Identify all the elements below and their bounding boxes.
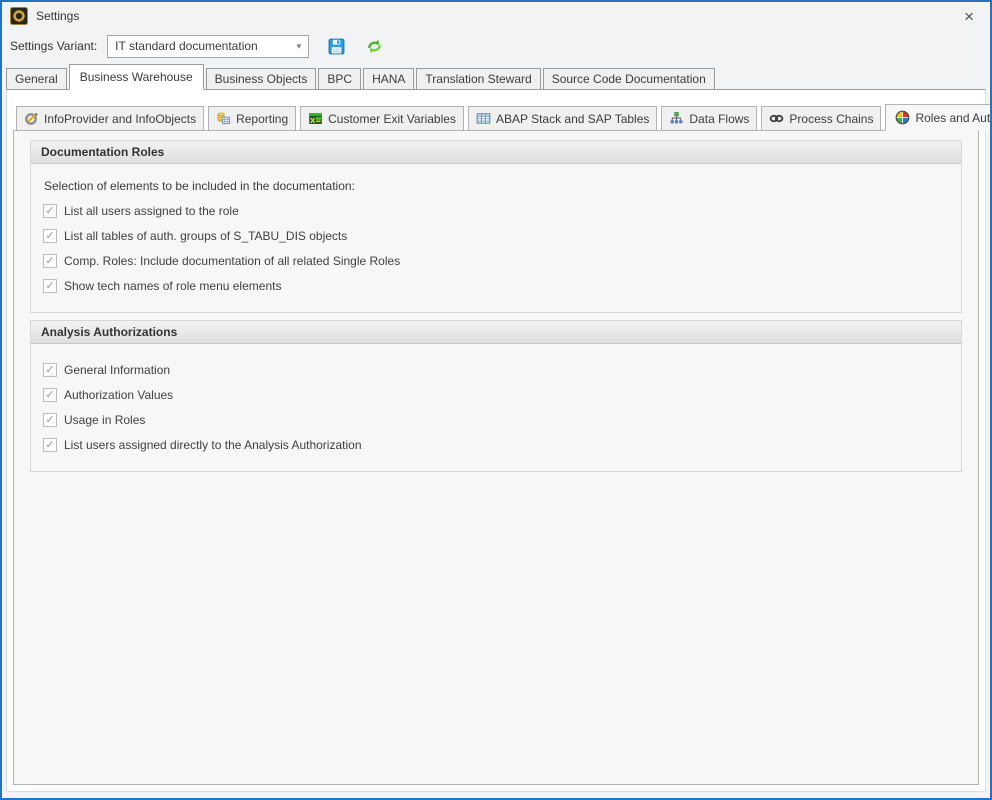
tab-label: Source Code Documentation bbox=[552, 72, 706, 86]
settings-variant-label: Settings Variant: bbox=[10, 39, 97, 53]
checkbox-list-users-assigned-directly-to-the-analysis-authorization[interactable]: ✓ bbox=[43, 438, 57, 452]
checkbox-row: ✓ Show tech names of role menu elements bbox=[43, 279, 949, 293]
variant-bar: Settings Variant: IT standard documentat… bbox=[2, 30, 990, 64]
title-bar: Settings × bbox=[2, 2, 990, 30]
settings-variant-value: IT standard documentation bbox=[115, 39, 290, 53]
main-tab-bar: General Business Warehouse Business Object… bbox=[2, 64, 990, 89]
close-icon[interactable]: × bbox=[960, 6, 978, 27]
section-body: ✓ General Information ✓ Authorization Value… bbox=[31, 344, 961, 471]
checkbox-label: List all tables of auth. groups of S_TAB… bbox=[64, 229, 347, 243]
section-documentation-roles: Documentation Roles Selection of elements… bbox=[30, 140, 962, 313]
tab-label: General bbox=[15, 72, 58, 86]
checkbox-label: Usage in Roles bbox=[64, 413, 145, 427]
target-pencil-icon bbox=[24, 111, 39, 126]
checkmark-icon: ✓ bbox=[45, 414, 54, 426]
settings-window: Settings × Settings Variant: IT standard… bbox=[0, 0, 992, 800]
subtab-label: Customer Exit Variables bbox=[328, 112, 456, 126]
sub-tab-bar: InfoProvider and InfoObjects Reporting X… bbox=[16, 104, 985, 130]
color-pie-icon bbox=[895, 110, 910, 125]
sections-container: Documentation Roles Selection of elements… bbox=[14, 140, 978, 472]
checkbox-row: ✓ List all users assigned to the role bbox=[43, 204, 949, 218]
tab-source-code-documentation[interactable]: Source Code Documentation bbox=[543, 68, 715, 90]
checkbox-label: General Information bbox=[64, 363, 170, 377]
checkbox-label: Authorization Values bbox=[64, 388, 173, 402]
checkbox-row: ✓ General Information bbox=[43, 363, 949, 377]
save-icon[interactable] bbox=[325, 35, 347, 57]
checkbox-row: ✓ Comp. Roles: Include documentation of a… bbox=[43, 254, 949, 268]
variables-table-icon: X= bbox=[308, 111, 323, 126]
tab-label: Business Objects bbox=[215, 72, 308, 86]
checkbox-show-tech-names-of-role-menu-elements[interactable]: ✓ bbox=[43, 279, 57, 293]
subtab-label: Roles and Authorizations bbox=[915, 111, 992, 125]
svg-text:X=: X= bbox=[310, 117, 321, 125]
subtab-reporting[interactable]: Reporting bbox=[208, 106, 296, 131]
checkmark-icon: ✓ bbox=[45, 205, 54, 217]
subtab-abap-stack-and-sap-tables[interactable]: ABAP Stack and SAP Tables bbox=[468, 106, 657, 131]
section-title: Analysis Authorizations bbox=[31, 321, 961, 344]
checkbox-general-information[interactable]: ✓ bbox=[43, 363, 57, 377]
checkbox-row: ✓ Usage in Roles bbox=[43, 413, 949, 427]
hierarchy-icon bbox=[669, 111, 684, 126]
checkmark-icon: ✓ bbox=[45, 389, 54, 401]
checkmark-icon: ✓ bbox=[45, 364, 54, 376]
refresh-icon[interactable] bbox=[363, 35, 385, 57]
checkbox-label: Comp. Roles: Include documentation of al… bbox=[64, 254, 400, 268]
business-warehouse-panel: InfoProvider and InfoObjects Reporting X… bbox=[6, 89, 986, 792]
app-icon bbox=[10, 7, 28, 25]
checkbox-list-all-tables-of-auth-groups-of-s-tabu-dis-objects[interactable]: ✓ bbox=[43, 229, 57, 243]
tab-business-warehouse[interactable]: Business Warehouse bbox=[69, 64, 204, 90]
checkbox-label: List users assigned directly to the Anal… bbox=[64, 438, 362, 452]
checkmark-icon: ✓ bbox=[45, 255, 54, 267]
roles-and-authorizations-panel: Documentation Roles Selection of elements… bbox=[13, 130, 979, 785]
checkbox-comp-roles-include-documentation-of-all-related-single-roles[interactable]: ✓ bbox=[43, 254, 57, 268]
subtab-label: Data Flows bbox=[689, 112, 749, 126]
section-title: Documentation Roles bbox=[31, 141, 961, 164]
checkbox-authorization-values[interactable]: ✓ bbox=[43, 388, 57, 402]
table-grid-icon bbox=[476, 111, 491, 126]
section-analysis-authorizations: Analysis Authorizations ✓ General Informat… bbox=[30, 320, 962, 472]
checkbox-list-all-users-assigned-to-the-role[interactable]: ✓ bbox=[43, 204, 57, 218]
checkmark-icon: ✓ bbox=[45, 280, 54, 292]
dropdown-arrow-icon: ▾ bbox=[297, 41, 302, 52]
tab-bpc[interactable]: BPC bbox=[318, 68, 361, 90]
settings-variant-dropdown[interactable]: IT standard documentation ▾ bbox=[107, 35, 309, 58]
subtab-label: InfoProvider and InfoObjects bbox=[44, 112, 196, 126]
subtab-label: Reporting bbox=[236, 112, 288, 126]
checkbox-label: Show tech names of role menu elements bbox=[64, 279, 281, 293]
tab-general[interactable]: General bbox=[6, 68, 67, 90]
subtab-data-flows[interactable]: Data Flows bbox=[661, 106, 757, 131]
checkbox-row: ✓ List users assigned directly to the Ana… bbox=[43, 438, 949, 452]
checkbox-row: ✓ Authorization Values bbox=[43, 388, 949, 402]
tab-label: Translation Steward bbox=[425, 72, 531, 86]
subtab-customer-exit-variables[interactable]: X= Customer Exit Variables bbox=[300, 106, 464, 131]
checkmark-icon: ✓ bbox=[45, 439, 54, 451]
section-intro: Selection of elements to be included in … bbox=[44, 179, 949, 193]
subtab-label: ABAP Stack and SAP Tables bbox=[496, 112, 649, 126]
window-title: Settings bbox=[36, 9, 79, 23]
chain-links-icon bbox=[769, 111, 784, 126]
subtab-label: Process Chains bbox=[789, 112, 873, 126]
report-database-icon bbox=[216, 111, 231, 126]
tab-business-objects[interactable]: Business Objects bbox=[206, 68, 317, 90]
tab-label: Business Warehouse bbox=[80, 70, 193, 84]
subtab-process-chains[interactable]: Process Chains bbox=[761, 106, 881, 131]
tab-label: HANA bbox=[372, 72, 405, 86]
tab-translation-steward[interactable]: Translation Steward bbox=[416, 68, 540, 90]
tab-label: BPC bbox=[327, 72, 352, 86]
subtab-roles-and-authorizations[interactable]: Roles and Authorizations bbox=[885, 104, 992, 131]
section-body: Selection of elements to be included in … bbox=[31, 164, 961, 312]
checkbox-label: List all users assigned to the role bbox=[64, 204, 239, 218]
subtab-infoprovider-and-infoobjects[interactable]: InfoProvider and InfoObjects bbox=[16, 106, 204, 131]
checkbox-usage-in-roles[interactable]: ✓ bbox=[43, 413, 57, 427]
checkmark-icon: ✓ bbox=[45, 230, 54, 242]
checkbox-row: ✓ List all tables of auth. groups of S_TA… bbox=[43, 229, 949, 243]
tab-hana[interactable]: HANA bbox=[363, 68, 414, 90]
